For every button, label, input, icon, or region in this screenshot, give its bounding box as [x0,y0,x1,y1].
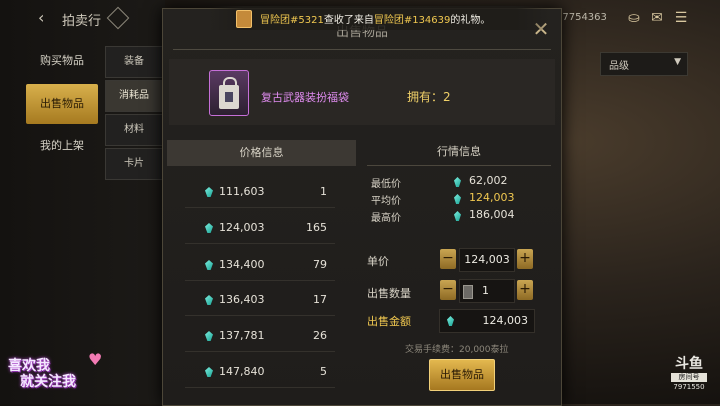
total-amount: 124,003 [439,309,535,333]
subtab-equipment[interactable]: 装备 [105,46,163,78]
quantity-plus-button[interactable]: + [517,280,533,300]
tab-my-listings[interactable]: 我的上架 [26,126,98,166]
max-price-label: 最高价 [371,213,401,224]
gem-icon [447,316,454,326]
price-info-header: 价格信息 [167,140,356,166]
max-price-value: 186,004 [469,208,515,221]
gem-icon [205,367,213,377]
douyu-logo: 斗鱼 房间号 7971550 [668,356,710,398]
min-price-value: 62,002 [469,174,508,187]
item-name: 复古武器装扮福袋 [261,91,349,104]
price-value: 111,603 [219,185,265,198]
menu-icon[interactable]: ☰ [672,10,690,26]
unit-price-input[interactable]: 124,003 [459,248,515,272]
fee-note: 交易手续费：20,000泰拉 [405,345,509,355]
diamond-icon [106,6,130,30]
watermark-line2: 就关注我 [20,374,76,390]
total-value: 124,003 [482,314,529,327]
gem-icon [454,194,461,204]
subtab-consumables[interactable]: 消耗品 [105,80,163,112]
gem-icon [454,211,461,221]
gem-icon [454,177,461,187]
sell-button[interactable]: 出售物品 [429,359,495,391]
gem-icon [205,223,213,233]
title-divider [173,49,551,50]
gem-icon [205,260,213,270]
price-value: 134,400 [219,258,265,271]
price-row[interactable]: 147,840 5 [185,359,335,388]
avg-price-label: 平均价 [371,196,401,207]
notif-sender-id: #5321 [290,15,324,26]
notif-suffix: 的礼物。 [450,15,491,26]
heart-icon: ♥ [88,350,103,369]
price-value: 137,781 [219,329,265,342]
total-label: 出售金额 [367,315,411,328]
item-bag-icon [209,70,249,116]
user-id: 07754363 [556,12,607,23]
notif-sender-prefix: 冒险团 [260,15,290,26]
grade-select-value: 品级 [609,61,629,72]
owned-count: 拥有：2 [407,90,451,104]
quantity-minus-button[interactable]: − [440,280,456,300]
price-count: 17 [313,293,327,306]
price-row[interactable]: 136,403 17 [185,287,335,316]
price-count: 79 [313,258,327,271]
douyu-room-label: 房间号 [671,373,707,382]
unit-price-minus-button[interactable]: − [440,249,456,269]
price-row[interactable]: 134,400 79 [185,252,335,281]
price-row[interactable]: 124,003 165 [185,215,335,244]
douyu-room-number: 7971550 [673,383,705,391]
back-icon[interactable]: ‹ [38,10,54,26]
price-value: 147,840 [219,365,265,378]
market-divider [367,165,551,166]
min-price-label: 最低价 [371,179,401,190]
price-row[interactable]: 111,603 1 [185,179,335,208]
price-value: 136,403 [219,293,265,306]
watermark-line1: 喜欢我 [8,358,50,374]
unit-price-plus-button[interactable]: + [517,249,533,269]
gift-notification: 冒险团#5321查收了来自冒险团#134639的礼物。 [210,6,550,30]
bag-icon[interactable]: ⛀ [625,10,643,26]
notification-text: 冒险团#5321查收了来自冒险团#134639的礼物。 [260,11,490,26]
price-row[interactable]: 137,781 26 [185,323,335,352]
subtab-materials[interactable]: 材料 [105,114,163,146]
gem-icon [205,331,213,341]
tab-sell[interactable]: 出售物品 [26,84,98,124]
price-count: 5 [320,365,327,378]
mail-icon[interactable]: ✉ [648,10,666,26]
price-count: 1 [320,185,327,198]
quantity-value: 1 [482,284,489,297]
subtab-cards[interactable]: 卡片 [105,148,163,180]
price-count: 26 [313,329,327,342]
unit-price-label: 单价 [367,255,389,268]
page-title: 拍卖行 [62,14,102,29]
tab-buy[interactable]: 购买物品 [26,41,98,81]
chevron-down-icon: ▼ [674,57,681,67]
item-summary: 复古武器装扮福袋 拥有：2 [169,59,555,125]
gem-icon [205,295,213,305]
price-count: 165 [306,221,327,234]
gift-icon [236,10,252,28]
notif-middle: 查收了来自 [323,15,374,26]
market-info-header: 行情信息 [437,145,481,158]
douyu-logo-text: 斗鱼 [675,356,703,372]
notif-from-id: #134639 [403,15,451,26]
sell-item-dialog: 出售物品 ✕ 复古武器装扮福袋 拥有：2 价格信息 111,603 1 124,… [162,8,562,406]
quantity-label: 出售数量 [367,287,411,300]
avg-price-value: 124,003 [469,191,515,204]
grade-select[interactable]: 品级 ▼ [600,52,688,76]
follow-watermark: 喜欢我 就关注我 [0,352,150,398]
price-value: 124,003 [219,221,265,234]
notif-from-prefix: 冒险团 [373,15,404,26]
calculator-icon[interactable] [463,285,473,299]
gem-icon [205,187,213,197]
